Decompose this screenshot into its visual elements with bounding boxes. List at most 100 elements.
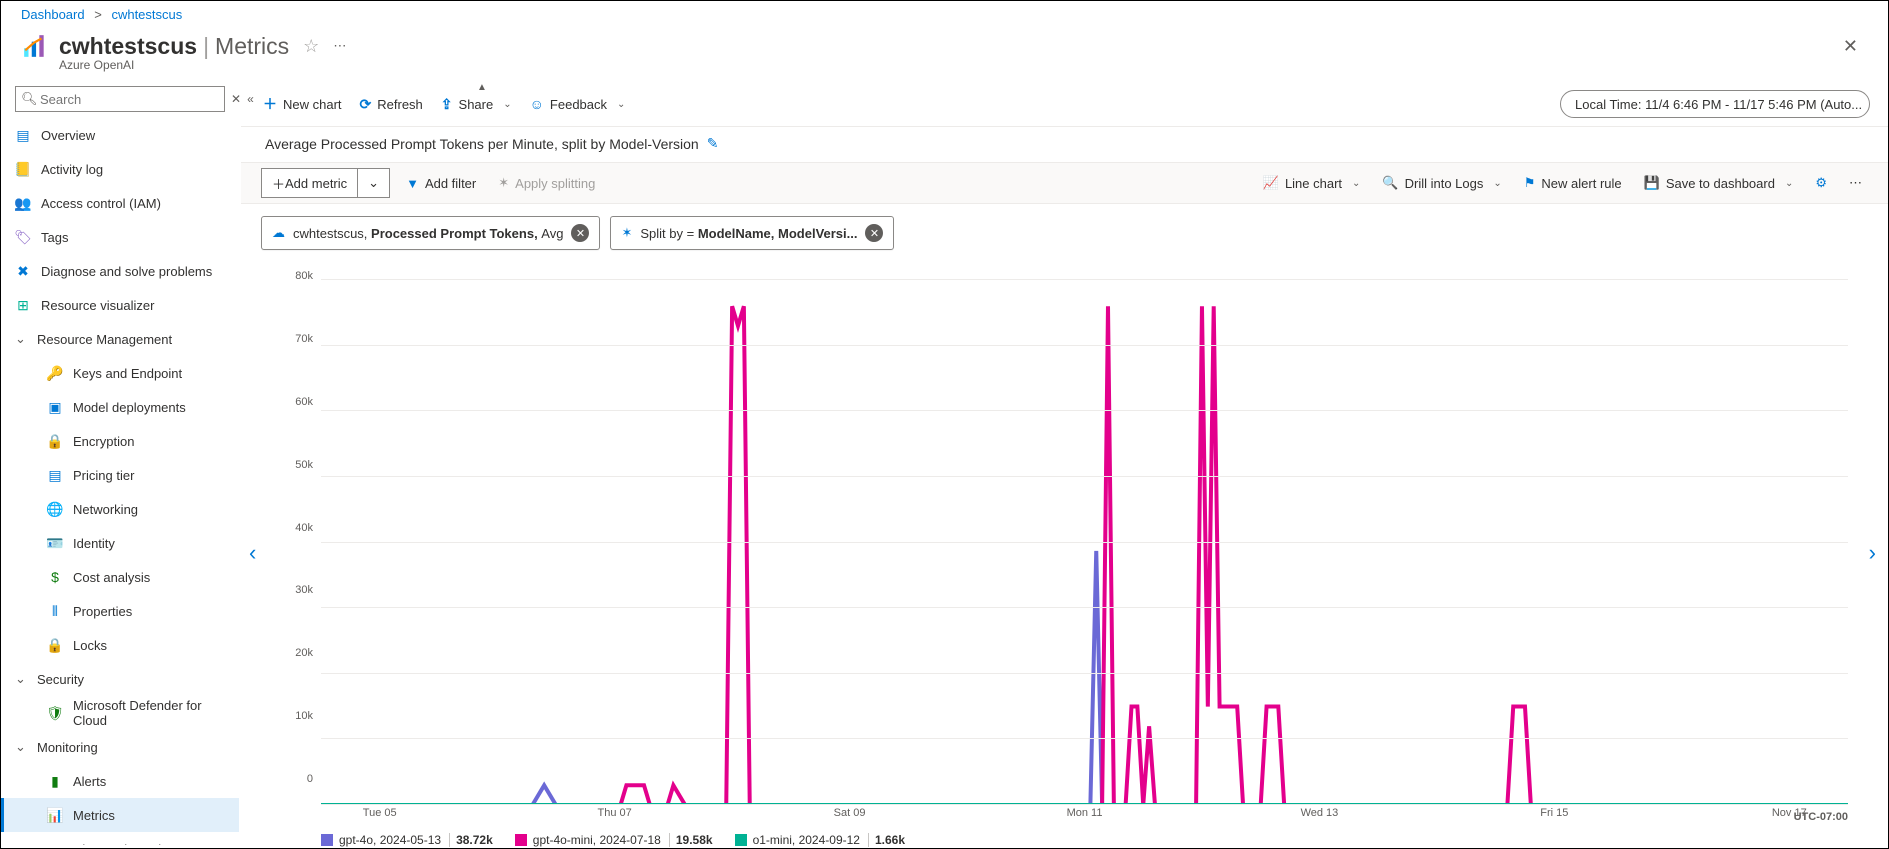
sidebar-item-identity[interactable]: 🪪Identity [1,526,239,560]
legend-swatch [515,834,527,846]
refresh-icon: ⟳ [360,96,372,113]
remove-pill-icon[interactable]: ✕ [865,224,883,242]
legend-value: 38.72k [449,833,493,847]
legend-item[interactable]: gpt-4o, 2024-05-13 38.72k [321,833,493,847]
legend-label: gpt-4o-mini, 2024-07-18 [533,833,661,847]
btn-label: New alert rule [1541,176,1621,191]
diagset-icon: ▮ [47,841,63,845]
drill-icon: 🔍 [1382,175,1398,191]
breadcrumb-root[interactable]: Dashboard [21,7,85,22]
btn-label: Save to dashboard [1666,176,1775,191]
sidebar-item-diagnose[interactable]: ✖Diagnose and solve problems [1,254,239,288]
plot-area[interactable] [321,280,1848,805]
metrics-icon: 📊 [47,807,63,823]
sidebar-item-defender[interactable]: 🛡Microsoft Defender for Cloud [1,696,239,730]
legend-item[interactable]: gpt-4o-mini, 2024-07-1819.58k [515,833,713,847]
legend-label: gpt-4o, 2024-05-13 [339,833,441,847]
close-icon[interactable]: ✕ [1843,36,1868,57]
add-metric-dropdown[interactable]: ⌄ [358,168,390,198]
sidebar-item-networking[interactable]: 🌐Networking [1,492,239,526]
sidebar-item-pricing[interactable]: ▤ Pricing tier [1,458,239,492]
content: ▲ ＋New chart ⟳Refresh ⇪Share⌄ ☺Feedback⌄… [241,82,1888,849]
new-chart-button[interactable]: ＋New chart [263,94,342,114]
scroll-up-icon[interactable]: ▲ [477,82,487,93]
alerts-icon: ▮ [47,773,63,789]
favorite-icon[interactable]: ☆ [303,36,319,57]
sidebar-item-label: Properties [73,604,132,619]
chart-type-button[interactable]: 📈Line chart⌄ [1257,168,1367,198]
sidebar-item-diagset[interactable]: ▮Diagnostic settings [1,832,239,845]
sidebar-item-iam[interactable]: 👥Access control (IAM) [1,186,239,220]
split-icon: ✶ [498,175,509,191]
breadcrumb-current[interactable]: cwhtestscus [111,7,182,22]
chart-area: ‹ › 010k20k30k40k50k60k70k80k Tue 05Thu … [241,256,1888,849]
sidebar-item-label: Cost analysis [73,570,150,585]
more-button[interactable]: ⋯ [1843,168,1868,198]
sidebar-item-deploy[interactable]: ▣Model deployments [1,390,239,424]
more-icon[interactable]: ⋯ [333,38,346,54]
iam-icon: 👥 [15,195,31,211]
chevron-down-icon: ⌄ [368,175,379,191]
sidebar-item-alerts[interactable]: ▮Alerts [1,764,239,798]
chevron-down-icon: ⌄ [15,331,27,347]
sidebar-item-overview[interactable]: ▤Overview [1,118,239,152]
legend-swatch [321,834,333,846]
settings-button[interactable]: ⚙ [1809,168,1833,198]
sidebar-item-label: Resource Management [37,332,172,347]
resource-icon [21,32,49,60]
next-timerange-button[interactable]: › [1863,534,1882,572]
legend-item[interactable]: o1-mini, 2024-09-121.66k [735,833,905,847]
share-button[interactable]: ⇪Share⌄ [441,96,512,113]
pin-icon[interactable]: ✕ [231,92,241,106]
legend-swatch [735,834,747,846]
shield-icon: 🛡 [47,705,63,721]
sidebar-item-metrics[interactable]: 📊Metrics [1,798,239,832]
sidebar-section-security[interactable]: ⌄Security [1,662,239,696]
sidebar-item-tags[interactable]: 🏷Tags [1,220,239,254]
sidebar-item-cost[interactable]: $Cost analysis [1,560,239,594]
metric-pill[interactable]: ☁ cwhtestscus, Processed Prompt Tokens, … [261,216,600,250]
sidebar-item-label: Pricing tier [73,468,134,483]
search-input[interactable] [15,86,225,112]
sidebar-item-properties[interactable]: ⦀Properties [1,594,239,628]
sidebar-item-locks[interactable]: 🔒Locks [1,628,239,662]
btn-label: Line chart [1285,176,1342,191]
sidebar-item-label: Activity log [41,162,103,177]
sidebar-item-activity[interactable]: 📒Activity log [1,152,239,186]
add-metric-button[interactable]: ＋Add metric ⌄ [261,168,390,198]
add-filter-button[interactable]: ▼Add filter [400,168,482,198]
sidebar-section-resmgmt[interactable]: ⌄ Resource Management [1,322,239,356]
btn-label: Drill into Logs [1405,176,1484,191]
btn-label: Feedback [550,97,607,112]
chevron-down-icon: ⌄ [15,739,27,755]
linechart-icon: 📈 [1263,175,1279,191]
time-range-button[interactable]: Local Time: 11/4 6:46 PM - 11/17 5:46 PM… [1560,90,1870,118]
sidebar-item-label: Keys and Endpoint [73,366,182,381]
service-label: Azure OpenAI [1,58,1888,82]
pricing-icon: ▤ [47,467,63,483]
breadcrumb-sep: > [94,7,102,22]
refresh-button[interactable]: ⟳Refresh [360,96,423,113]
feedback-button[interactable]: ☺Feedback⌄ [530,96,626,112]
prev-timerange-button[interactable]: ‹ [243,534,262,572]
sidebar-item-encryption[interactable]: 🔒Encryption [1,424,239,458]
btn-label: Share [459,97,494,112]
chevron-down-icon: ⌄ [15,671,27,687]
remove-pill-icon[interactable]: ✕ [571,224,589,242]
sidebar-item-label: Networking [73,502,138,517]
pill-text: cwhtestscus, Processed Prompt Tokens, Av… [293,226,563,241]
new-alert-button[interactable]: ⚑New alert rule [1518,168,1628,198]
tags-icon: 🏷 [15,229,31,245]
metric-pills: ☁ cwhtestscus, Processed Prompt Tokens, … [241,204,1888,256]
filter-icon: ▼ [406,176,419,191]
legend-value: 1.66k [868,833,905,847]
sidebar-item-label: Monitoring [37,740,98,755]
drill-logs-button[interactable]: 🔍Drill into Logs⌄ [1376,168,1507,198]
save-dashboard-button[interactable]: 💾Save to dashboard⌄ [1638,168,1800,198]
split-pill[interactable]: ✶ Split by = ModelName, ModelVersi... ✕ [610,216,894,250]
sidebar-item-keys[interactable]: 🔑Keys and Endpoint [1,356,239,390]
apply-splitting-button: ✶Apply splitting [492,168,601,198]
sidebar-section-monitoring[interactable]: ⌄ Monitoring [1,730,239,764]
edit-title-icon[interactable]: ✎ [707,135,719,152]
sidebar-item-resvis[interactable]: ⊞Resource visualizer [1,288,239,322]
